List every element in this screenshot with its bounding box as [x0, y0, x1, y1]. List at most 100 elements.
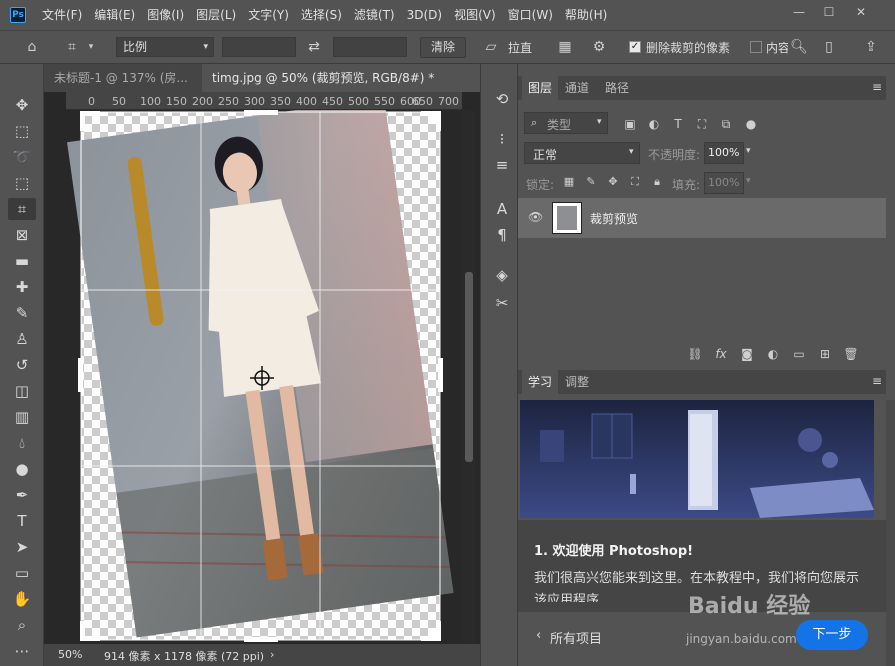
lasso-tool-icon[interactable]: ➰: [8, 146, 36, 168]
lock-image-icon[interactable]: ✎: [584, 172, 598, 192]
blend-mode-select[interactable]: 正常 ▾: [524, 142, 640, 164]
next-button[interactable]: 下一步: [796, 620, 868, 650]
menu-select[interactable]: 选择(S): [295, 0, 348, 30]
type-tool-icon[interactable]: T: [8, 510, 36, 532]
layer-name[interactable]: 裁剪预览: [590, 210, 638, 227]
document-canvas[interactable]: [44, 92, 480, 644]
scrollbar-thumb[interactable]: [465, 272, 473, 462]
brush-settings-icon[interactable]: ⁝: [488, 128, 516, 150]
menu-view[interactable]: 视图(V): [448, 0, 502, 30]
menu-type[interactable]: 文字(Y): [242, 0, 295, 30]
chevron-down-icon[interactable]: ▾: [86, 37, 96, 57]
fill-dropdown-icon[interactable]: ▾: [746, 176, 751, 186]
ratio-select[interactable]: 比例 ▾: [116, 37, 214, 57]
opacity-input[interactable]: 100%: [704, 142, 744, 164]
menu-layer[interactable]: 图层(L): [190, 0, 242, 30]
minimize-button[interactable]: —: [784, 0, 814, 26]
crop-tool-icon[interactable]: ⌗: [8, 198, 36, 220]
tab-timg[interactable]: timg.jpg @ 50% (裁剪预览, RGB/8#) *: [202, 64, 480, 92]
panel-menu-icon[interactable]: ≡: [872, 80, 882, 94]
menu-filter[interactable]: 滤镜(T): [348, 0, 401, 30]
new-layer-icon[interactable]: ⊞: [816, 344, 834, 364]
menu-edit[interactable]: 编辑(E): [88, 0, 141, 30]
share-icon[interactable]: ⇪: [862, 37, 880, 57]
menu-file[interactable]: 文件(F): [36, 0, 88, 30]
delete-cropped-checkbox[interactable]: ✓: [629, 41, 641, 53]
healing-brush-icon[interactable]: ✚: [8, 276, 36, 298]
pen-tool-icon[interactable]: ✒: [8, 484, 36, 506]
tool-presets-icon[interactable]: ✂: [488, 292, 516, 314]
move-tool-icon[interactable]: ✥: [8, 94, 36, 116]
shape-tool-icon[interactable]: ▭: [8, 562, 36, 584]
restore-button[interactable]: ☐: [814, 0, 844, 26]
chevron-left-icon[interactable]: ‹: [536, 628, 541, 643]
hand-tool-icon[interactable]: ✋: [8, 588, 36, 610]
filter-shape-icon[interactable]: ⛶: [694, 114, 710, 134]
brush-tool-icon[interactable]: ✎: [8, 302, 36, 324]
folder-icon[interactable]: ▭: [790, 344, 808, 364]
height-input[interactable]: [333, 37, 407, 57]
menu-window[interactable]: 窗口(W): [502, 0, 559, 30]
layer-row[interactable]: 👁︎ 裁剪预览: [518, 198, 886, 238]
mask-icon[interactable]: ◙: [738, 344, 756, 364]
menu-3d[interactable]: 3D(D): [401, 0, 448, 30]
tab-layers[interactable]: 图层: [522, 76, 558, 100]
canvas-area[interactable]: [44, 92, 480, 644]
zoom-level[interactable]: 50%: [58, 648, 82, 661]
panel-menu-icon[interactable]: ≡: [872, 374, 882, 388]
tab-untitled[interactable]: 未标题-1 @ 137% (房...: [44, 64, 200, 92]
menu-image[interactable]: 图像(I): [141, 0, 190, 30]
menu-help[interactable]: 帮助(H): [559, 0, 613, 30]
filter-smart-object-icon[interactable]: ⧉: [718, 114, 734, 134]
all-items-link[interactable]: 所有项目: [550, 628, 602, 647]
gradient-tool-icon[interactable]: ▥: [8, 406, 36, 428]
frame-tool-icon[interactable]: ⊠: [8, 224, 36, 246]
swap-icon[interactable]: ⇄: [304, 37, 324, 57]
blur-tool-icon[interactable]: 💧︎: [8, 432, 36, 454]
lock-transparent-icon[interactable]: ▦: [562, 172, 576, 192]
link-icon[interactable]: ⛓: [686, 344, 704, 364]
status-menu-icon[interactable]: ›: [270, 648, 274, 661]
dodge-tool-icon[interactable]: ●: [8, 458, 36, 480]
vertical-scrollbar[interactable]: [463, 110, 475, 644]
close-button[interactable]: ✕: [846, 0, 876, 26]
layer-filter-select[interactable]: ⌕ 类型 ▾: [524, 112, 608, 134]
eye-icon[interactable]: 👁︎: [528, 210, 543, 224]
content-aware-checkbox[interactable]: [750, 41, 762, 53]
opacity-dropdown-icon[interactable]: ▾: [746, 146, 751, 156]
marquee-tool-icon[interactable]: ⬚: [8, 120, 36, 142]
tab-learn[interactable]: 学习: [522, 370, 558, 394]
fill-input[interactable]: 100%: [704, 172, 744, 194]
filter-toggle-icon[interactable]: ●: [744, 114, 758, 134]
width-input[interactable]: [222, 37, 296, 57]
3d-panel-icon[interactable]: ◈: [488, 264, 516, 286]
crop-tool-preset-icon[interactable]: ⌗: [62, 37, 82, 57]
adjustment-layer-icon[interactable]: ◐: [764, 344, 782, 364]
tab-paths[interactable]: 路径: [600, 76, 634, 100]
grid-overlay-icon[interactable]: ▦: [554, 37, 576, 57]
tab-channels[interactable]: 通道: [560, 76, 594, 100]
brushes-panel-icon[interactable]: ≡: [488, 154, 516, 176]
eraser-tool-icon[interactable]: ◫: [8, 380, 36, 402]
gear-icon[interactable]: ⚙: [588, 37, 610, 57]
history-brush-icon[interactable]: ↺: [8, 354, 36, 376]
trash-icon[interactable]: 🗑︎: [842, 344, 860, 364]
filter-pixel-icon[interactable]: ▣: [622, 114, 638, 134]
ruler-tool-icon[interactable]: ▬: [8, 250, 36, 272]
path-select-icon[interactable]: ➤: [8, 536, 36, 558]
search-icon[interactable]: 🔍︎: [790, 37, 808, 57]
learn-scrollbar[interactable]: [886, 400, 895, 666]
zoom-tool-icon[interactable]: ⌕: [8, 614, 36, 636]
paragraph-panel-icon[interactable]: ¶: [488, 224, 516, 246]
filter-adjustment-icon[interactable]: ◐: [646, 114, 662, 134]
clear-button[interactable]: 清除: [420, 37, 466, 58]
filter-type-icon[interactable]: T: [670, 114, 686, 134]
character-panel-icon[interactable]: A: [488, 198, 516, 220]
workspace-icon[interactable]: ▯: [820, 37, 838, 57]
tab-adjustments[interactable]: 调整: [560, 370, 594, 394]
object-select-tool-icon[interactable]: ⬚: [8, 172, 36, 194]
lock-all-icon[interactable]: 🔒︎: [650, 172, 664, 192]
stamp-tool-icon[interactable]: ♙: [8, 328, 36, 350]
lock-position-icon[interactable]: ✥: [606, 172, 620, 192]
more-tools-icon[interactable]: ⋯: [8, 640, 36, 662]
